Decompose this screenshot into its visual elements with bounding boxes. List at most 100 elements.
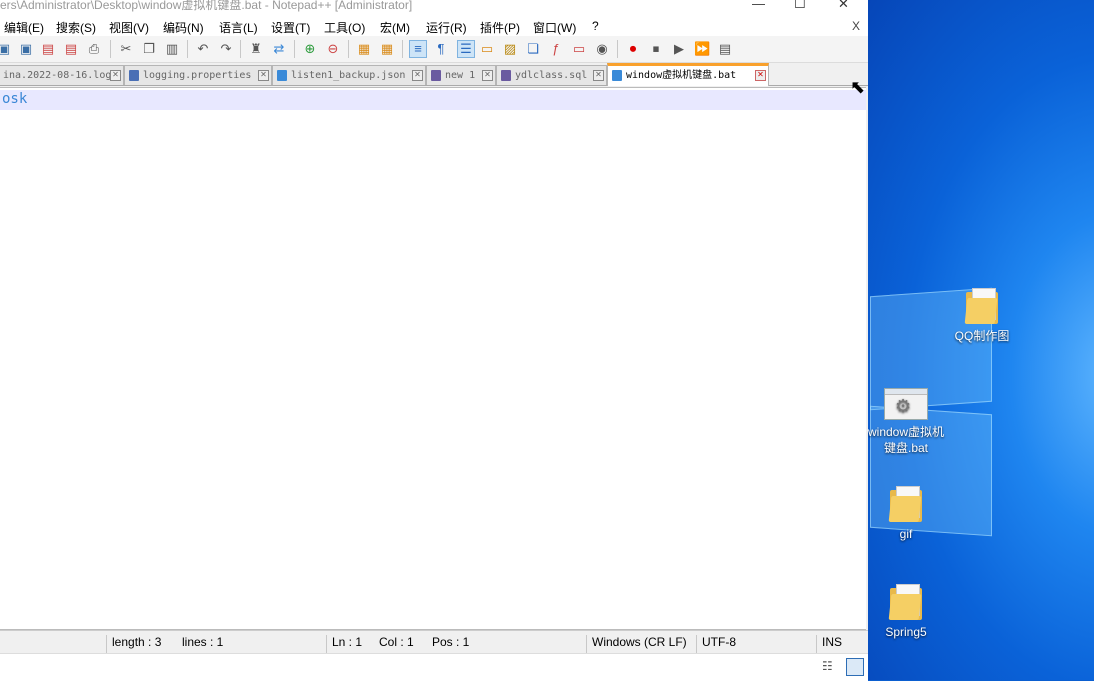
language-icon[interactable]: ▭ <box>479 41 495 57</box>
menu-tools[interactable]: 工具(O) <box>324 19 365 36</box>
toolbar-separator <box>402 40 403 58</box>
status-divider <box>696 635 697 653</box>
tab-new-1[interactable]: new 1 ✕ <box>426 65 496 85</box>
status-length: length : 3 <box>112 635 162 649</box>
stop-macro-icon[interactable]: ⏹ <box>648 41 664 57</box>
close-file-icon[interactable]: ▤ <box>40 41 56 57</box>
status-lines: lines : 1 <box>182 635 224 649</box>
tab-bar: ina.2022-08-16.log ✕ logging.properties … <box>0 63 868 86</box>
paste-icon[interactable]: ▥ <box>164 41 180 57</box>
saved-file-icon <box>129 70 139 81</box>
title-bar[interactable]: sers\Administrator\Desktop\window虚拟机键盘.b… <box>0 0 868 18</box>
menu-bar: 编辑(E) 搜索(S) 视图(V) 编码(N) 语言(L) 设置(T) 工具(O… <box>0 18 868 36</box>
toolbar-separator <box>240 40 241 58</box>
menu-plugins[interactable]: 插件(P) <box>480 19 520 36</box>
menu-view[interactable]: 视图(V) <box>109 19 149 36</box>
close-all-icon[interactable]: ▤ <box>63 41 79 57</box>
menu-language[interactable]: 语言(L) <box>219 19 258 36</box>
status-divider <box>106 635 107 653</box>
menu-macro[interactable]: 宏(M) <box>380 19 410 36</box>
menu-search[interactable]: 搜索(S) <box>56 19 96 36</box>
close-tab-icon[interactable]: ✕ <box>482 70 493 81</box>
zoom-in-icon[interactable]: ⊕ <box>302 41 318 57</box>
windows-desktop: QQ制作图 ⚙ window虚拟机键盘.bat gif Spring5 <box>868 0 1094 680</box>
save-icon[interactable]: ▣ <box>0 41 12 57</box>
print-icon[interactable]: ⎙ <box>86 41 102 57</box>
menu-help[interactable]: ? <box>592 19 599 33</box>
desktop-icon-spring5[interactable]: Spring5 <box>868 584 956 640</box>
show-all-characters-icon[interactable]: ¶ <box>433 41 449 57</box>
close-button[interactable]: ✕ <box>838 0 849 12</box>
menu-window[interactable]: 窗口(W) <box>533 19 576 36</box>
cut-icon[interactable]: ✂ <box>118 41 134 57</box>
close-tab-icon[interactable]: ✕ <box>258 70 269 81</box>
folder-icon <box>964 288 998 324</box>
toolbar-separator <box>187 40 188 58</box>
folder-icon <box>888 584 922 620</box>
replace-icon[interactable]: ⇄ <box>271 41 287 57</box>
play-macro-icon[interactable]: ▶ <box>671 41 687 57</box>
layout-icon[interactable]: ☷ <box>822 659 838 673</box>
zoom-out-icon[interactable]: ⊖ <box>325 41 341 57</box>
desktop-icon-gif[interactable]: gif <box>868 486 956 542</box>
close-document-button[interactable]: X <box>852 19 860 33</box>
monitoring-eye-icon[interactable]: ◉ <box>594 41 610 57</box>
sync-vertical-icon[interactable]: ▦ <box>356 41 372 57</box>
minimize-button[interactable]: — <box>752 0 765 11</box>
tab-logging-properties[interactable]: logging.properties ✕ <box>124 65 272 85</box>
tab-label: logging.properties <box>143 70 252 81</box>
function-list-icon[interactable]: ▨ <box>502 41 518 57</box>
status-line-number: Ln : 1 <box>332 635 363 649</box>
menu-edit[interactable]: 编辑(E) <box>4 19 44 36</box>
close-tab-icon[interactable]: ✕ <box>755 70 766 81</box>
toolbar-separator <box>110 40 111 58</box>
desktop-icon-qq-images[interactable]: QQ制作图 <box>932 288 1032 344</box>
close-tab-icon[interactable]: ✕ <box>593 70 604 81</box>
status-divider <box>586 635 587 653</box>
close-tab-icon[interactable]: ✕ <box>412 70 423 81</box>
menu-encoding[interactable]: 编码(N) <box>163 19 204 36</box>
tab-listen1-backup[interactable]: listen1_backup.json ✕ <box>272 65 426 85</box>
tab-ydlclass-sql[interactable]: ydlclass.sql ✕ <box>496 65 607 85</box>
desktop-icon-window-bat[interactable]: ⚙ window虚拟机键盘.bat <box>868 388 956 456</box>
tab-label: window虚拟机键盘.bat <box>626 70 737 81</box>
run-macro-multiple-icon[interactable]: ⏩ <box>694 41 710 57</box>
undo-icon[interactable]: ↶ <box>195 41 211 57</box>
save-all-icon[interactable]: ▣ <box>18 41 34 57</box>
tab-label: new 1 <box>445 70 476 81</box>
word-wrap-icon[interactable]: ≡ <box>409 40 427 58</box>
menu-run[interactable]: 运行(R) <box>426 19 467 36</box>
editor-area[interactable]: osk <box>0 87 866 630</box>
folder-icon <box>888 486 922 522</box>
record-macro-icon[interactable]: ⏺ <box>625 41 641 57</box>
toolbar-separator <box>294 40 295 58</box>
close-tab-icon[interactable]: ✕ <box>110 70 121 81</box>
sync-horizontal-icon[interactable]: ▦ <box>379 41 395 57</box>
save-macro-icon[interactable]: ▤ <box>717 41 733 57</box>
menu-settings[interactable]: 设置(T) <box>271 19 310 36</box>
status-divider <box>816 635 817 653</box>
status-divider <box>326 635 327 653</box>
desktop-icon-label: QQ制作图 <box>954 329 1010 343</box>
editor-text-line-1[interactable]: osk <box>2 91 27 107</box>
status-eol-format[interactable]: Windows (CR LF) <box>592 635 687 649</box>
toolbar-separator <box>617 40 618 58</box>
status-insert-mode[interactable]: INS <box>822 635 842 649</box>
maximize-button[interactable]: ☐ <box>794 0 806 12</box>
indent-guide-icon[interactable]: ☰ <box>457 40 475 58</box>
find-icon[interactable]: ♜ <box>248 41 264 57</box>
tab-log-file[interactable]: ina.2022-08-16.log ✕ <box>0 65 124 85</box>
document-map-icon[interactable]: ❏ <box>525 41 541 57</box>
toolbar: ▣ ▣ ▤ ▤ ⎙ ✂ ❐ ▥ ↶ ↷ ♜ ⇄ ⊕ ⊖ ▦ ▦ ≡ ¶ ☰ ▭ … <box>0 36 868 63</box>
status-encoding[interactable]: UTF-8 <box>702 635 736 649</box>
tab-window-bat-active[interactable]: window虚拟机键盘.bat ✕ <box>607 63 769 86</box>
window-title: sers\Administrator\Desktop\window虚拟机键盘.b… <box>0 0 413 12</box>
window-layout-icon[interactable] <box>846 658 864 676</box>
notepad-plus-plus-window: sers\Administrator\Desktop\window虚拟机键盘.b… <box>0 0 869 681</box>
desktop-icon-label: Spring5 <box>885 625 927 639</box>
copy-icon[interactable]: ❐ <box>141 41 157 57</box>
folder-as-workspace-icon[interactable]: ƒ <box>548 41 564 57</box>
status-position: Pos : 1 <box>432 635 470 649</box>
folder-icon[interactable]: ▭ <box>571 41 587 57</box>
redo-icon[interactable]: ↷ <box>218 41 234 57</box>
